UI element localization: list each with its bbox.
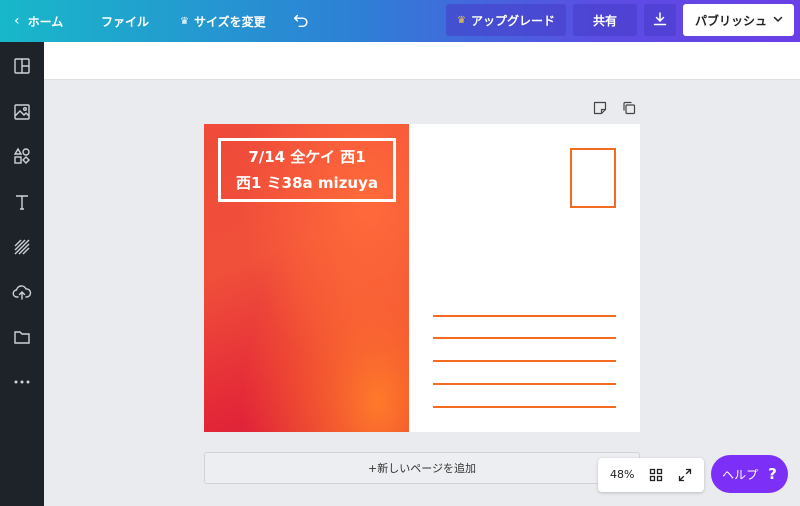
add-page-button[interactable]: +新しいページを追加 bbox=[204, 452, 640, 484]
undo-icon bbox=[292, 11, 310, 32]
grid-view-icon[interactable] bbox=[648, 467, 664, 483]
file-label: ファイル bbox=[101, 14, 150, 29]
crown-icon: ♛ bbox=[457, 14, 466, 26]
address-line[interactable] bbox=[433, 315, 616, 317]
zoom-controls: 48% bbox=[598, 458, 704, 492]
stamp-box[interactable] bbox=[570, 148, 616, 208]
folders-icon[interactable] bbox=[12, 327, 32, 347]
resize-label: サイズを変更 bbox=[193, 14, 266, 29]
photos-icon[interactable] bbox=[12, 102, 32, 122]
uploads-icon[interactable] bbox=[12, 282, 32, 302]
address-line[interactable] bbox=[433, 383, 616, 385]
upgrade-label: アップグレード bbox=[470, 13, 555, 28]
home-button[interactable]: ‹ ホーム bbox=[14, 0, 63, 42]
address-line[interactable] bbox=[433, 360, 616, 362]
publish-label: パブリッシュ bbox=[695, 13, 768, 28]
question-icon: ? bbox=[768, 465, 777, 483]
help-label: ヘルプ bbox=[722, 467, 759, 482]
title-text-box[interactable]: 7/14 全ケイ 西1 西1 ミ38a mizuya bbox=[218, 138, 396, 202]
more-icon[interactable] bbox=[12, 372, 32, 392]
duplicate-page-icon[interactable] bbox=[621, 100, 637, 116]
address-line[interactable] bbox=[433, 406, 616, 408]
address-line[interactable] bbox=[433, 337, 616, 339]
title-line-2: 西1 ミ38a mizuya bbox=[236, 174, 378, 192]
background-icon[interactable] bbox=[12, 237, 32, 257]
top-bar: ‹ ホーム ファイル ♛ サイズを変更 ♛ アップグレード 共有 パブリッシュ bbox=[0, 0, 800, 42]
download-button[interactable] bbox=[644, 4, 676, 36]
download-icon bbox=[652, 11, 668, 30]
undo-button[interactable] bbox=[292, 0, 310, 42]
resize-button[interactable]: ♛ サイズを変更 bbox=[180, 0, 266, 42]
home-label: ホーム bbox=[27, 14, 64, 29]
postcard-page[interactable]: 7/14 全ケイ 西1 西1 ミ38a mizuya bbox=[204, 124, 640, 432]
templates-icon[interactable] bbox=[12, 56, 32, 76]
note-icon[interactable] bbox=[592, 100, 608, 116]
help-button[interactable]: ヘルプ ? bbox=[711, 455, 788, 493]
upgrade-button[interactable]: ♛ アップグレード bbox=[446, 4, 566, 36]
title-line-1: 7/14 全ケイ 西1 bbox=[248, 148, 366, 166]
elements-icon[interactable] bbox=[12, 146, 32, 166]
editor-toolbar bbox=[44, 42, 800, 80]
text-icon[interactable] bbox=[12, 192, 32, 212]
add-page-label: +新しいページを追加 bbox=[368, 462, 476, 475]
file-menu[interactable]: ファイル bbox=[101, 0, 149, 42]
publish-button[interactable]: パブリッシュ bbox=[683, 4, 794, 36]
share-label: 共有 bbox=[592, 13, 617, 28]
left-sidebar bbox=[0, 42, 44, 506]
share-button[interactable]: 共有 bbox=[573, 4, 637, 36]
chevron-down-icon bbox=[772, 13, 784, 25]
zoom-level[interactable]: 48% bbox=[610, 468, 634, 481]
chevron-left-icon: ‹ bbox=[14, 13, 20, 29]
crown-icon: ♛ bbox=[180, 15, 189, 27]
fullscreen-icon[interactable] bbox=[677, 467, 693, 483]
